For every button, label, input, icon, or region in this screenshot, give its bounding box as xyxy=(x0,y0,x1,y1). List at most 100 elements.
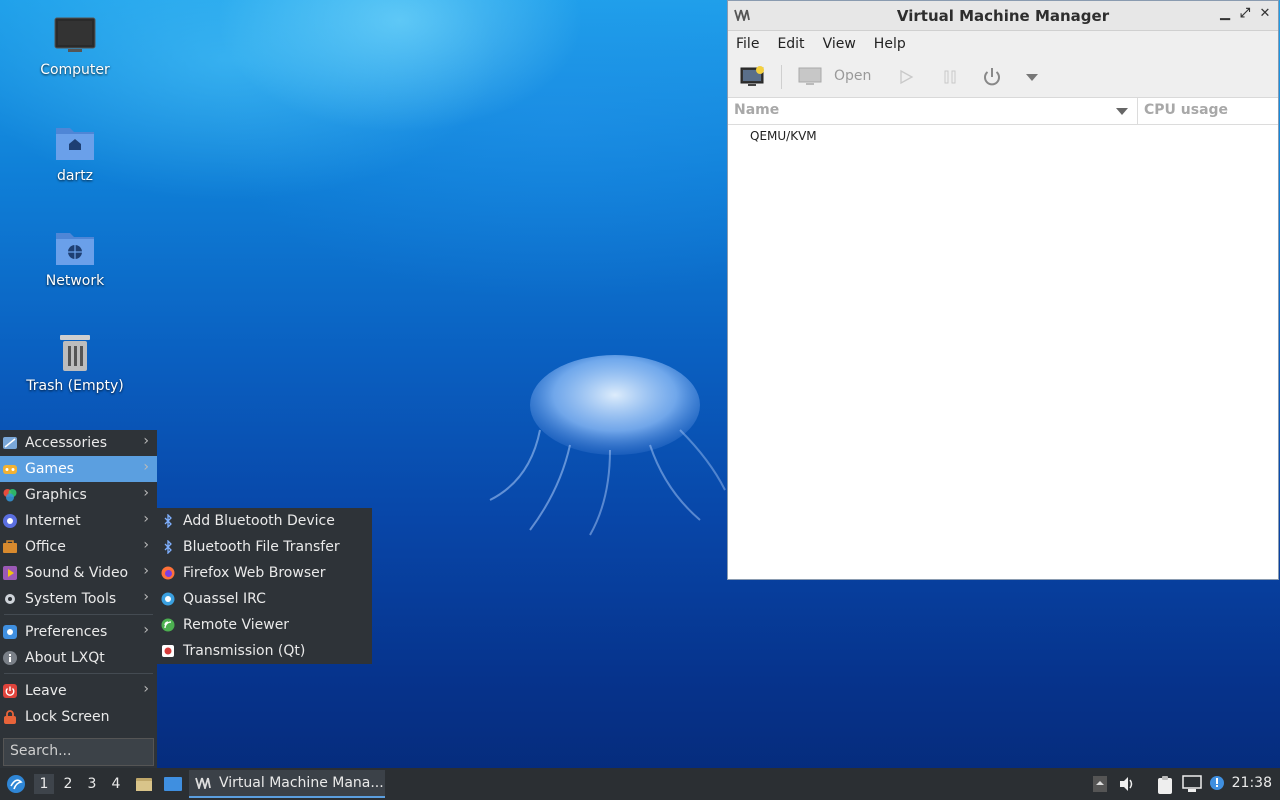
chevron-right-icon: › xyxy=(143,433,149,449)
workspace-1-button[interactable]: 1 xyxy=(34,774,54,794)
chevron-right-icon: › xyxy=(143,589,149,605)
menu-item-system-tools[interactable]: System Tools › xyxy=(0,586,157,612)
update-notifier-icon[interactable] xyxy=(1208,775,1226,793)
menu-item-label: Office xyxy=(25,539,66,555)
workspace-2-button[interactable]: 2 xyxy=(58,774,78,794)
menu-search-input[interactable]: Search... xyxy=(3,738,154,766)
menu-item-label: Sound & Video xyxy=(25,565,129,581)
chevron-right-icon: › xyxy=(143,511,149,527)
power-dropdown-chevron-icon[interactable] xyxy=(1026,74,1038,81)
computer-icon xyxy=(54,17,96,52)
taskbar: 1 2 3 4 Virtual Machine Mana... 21:38 xyxy=(0,768,1280,800)
menu-file[interactable]: File xyxy=(736,36,759,52)
connection-row-qemu[interactable]: QEMU/KVM xyxy=(750,129,817,143)
submenu-item-add-bluetooth-device[interactable]: Add Bluetooth Device xyxy=(157,508,372,534)
menu-item-accessories[interactable]: Accessories › xyxy=(0,430,157,456)
leave-power-icon xyxy=(3,684,17,698)
sort-arrow-icon[interactable] xyxy=(1116,108,1128,115)
chevron-right-icon: › xyxy=(143,622,149,638)
vmm-window[interactable]: Virtual Machine Manager ▁ ⤢ ✕ File Edit … xyxy=(727,0,1279,580)
submenu-item-bluetooth-file-transfer[interactable]: Bluetooth File Transfer xyxy=(157,534,372,560)
column-separator[interactable] xyxy=(1137,98,1138,124)
column-name-header[interactable]: Name xyxy=(734,102,779,118)
window-titlebar[interactable]: Virtual Machine Manager ▁ ⤢ ✕ xyxy=(728,1,1278,31)
menu-item-label: About LXQt xyxy=(25,650,105,666)
menu-item-label: Games xyxy=(25,461,74,477)
open-button[interactable]: Open xyxy=(834,68,871,84)
submenu-item-quassel-irc[interactable]: Quassel IRC xyxy=(157,586,372,612)
volume-icon[interactable] xyxy=(1118,775,1136,793)
menu-item-graphics[interactable]: Graphics › xyxy=(0,482,157,508)
virt-manager-app-icon xyxy=(734,9,750,21)
desktop-icon-label: Trash (Empty) xyxy=(26,378,124,394)
submenu-item-transmission[interactable]: Transmission (Qt) xyxy=(157,638,372,664)
menu-item-office[interactable]: Office › xyxy=(0,534,157,560)
workspace-3-button[interactable]: 3 xyxy=(82,774,102,794)
accessories-icon xyxy=(3,437,17,449)
taskbar-task-vmm[interactable]: Virtual Machine Mana... xyxy=(189,770,385,798)
games-submenu: Add Bluetooth Device Bluetooth File Tran… xyxy=(157,508,372,664)
games-icon xyxy=(3,465,17,474)
menu-item-sound-video[interactable]: Sound & Video › xyxy=(0,560,157,586)
menu-item-internet[interactable]: Internet › xyxy=(0,508,157,534)
graphics-icon xyxy=(3,489,17,502)
submenu-item-label: Add Bluetooth Device xyxy=(183,513,335,529)
menu-edit[interactable]: Edit xyxy=(777,36,804,52)
column-cpu-header[interactable]: CPU usage xyxy=(1144,102,1228,118)
chevron-right-icon: › xyxy=(143,537,149,553)
menu-divider xyxy=(4,614,153,615)
menu-item-label: Graphics xyxy=(25,487,87,503)
new-vm-button[interactable] xyxy=(740,66,766,88)
toolbar-separator xyxy=(781,65,782,89)
submenu-item-remote-viewer[interactable]: Remote Viewer xyxy=(157,612,372,638)
lxqt-start-menu-button[interactable] xyxy=(6,774,26,794)
submenu-item-firefox[interactable]: Firefox Web Browser xyxy=(157,560,372,586)
info-icon xyxy=(3,651,17,665)
internet-icon xyxy=(3,514,17,528)
chevron-right-icon: › xyxy=(143,681,149,697)
menu-item-games[interactable]: Games › xyxy=(0,456,157,482)
file-manager-launcher-icon[interactable] xyxy=(135,775,153,793)
office-icon xyxy=(3,540,17,553)
clock[interactable]: 21:38 xyxy=(1232,775,1272,791)
bluetooth-icon xyxy=(164,514,172,528)
desktop-icon-network[interactable]: Network xyxy=(15,227,135,289)
bluetooth-icon xyxy=(164,540,172,554)
vm-list-header: Name CPU usage xyxy=(728,98,1278,125)
close-button[interactable]: ✕ xyxy=(1256,6,1274,21)
desktop-icon-trash[interactable]: Trash (Empty) xyxy=(15,332,135,394)
start-menu: Accessories › Games › Graphics › Interne… xyxy=(0,430,157,768)
remote-viewer-icon xyxy=(161,618,175,632)
workspace-4-button[interactable]: 4 xyxy=(106,774,126,794)
desktop-icon-computer[interactable]: Computer xyxy=(15,16,135,78)
desktop-icon-label: dartz xyxy=(56,168,94,184)
window-title: Virtual Machine Manager xyxy=(896,6,1110,25)
lock-icon xyxy=(4,710,16,724)
submenu-item-label: Firefox Web Browser xyxy=(183,565,326,581)
tray-expand-icon[interactable] xyxy=(1092,775,1108,793)
submenu-item-label: Quassel IRC xyxy=(183,591,266,607)
maximize-button[interactable]: ⤢ xyxy=(1236,6,1254,21)
system-tools-icon xyxy=(5,594,15,604)
menu-item-about-lxqt[interactable]: About LXQt xyxy=(0,645,157,671)
minimize-button[interactable]: ▁ xyxy=(1216,6,1234,21)
pause-button[interactable] xyxy=(942,69,958,85)
desktop-icon-home[interactable]: dartz xyxy=(15,122,135,184)
menu-item-lock-screen[interactable]: Lock Screen xyxy=(0,704,157,730)
network-status-icon[interactable] xyxy=(1182,775,1202,793)
power-button[interactable] xyxy=(981,66,1003,88)
trash-icon xyxy=(60,335,90,371)
menu-help[interactable]: Help xyxy=(874,36,906,52)
preferences-icon xyxy=(3,625,17,639)
menu-item-label: Lock Screen xyxy=(25,709,110,725)
virt-manager-app-icon xyxy=(195,777,211,789)
menu-item-label: Accessories xyxy=(25,435,108,451)
menu-item-leave[interactable]: Leave › xyxy=(0,678,157,704)
submenu-item-label: Remote Viewer xyxy=(183,617,290,633)
show-desktop-icon[interactable] xyxy=(163,775,183,793)
toolbar: Open xyxy=(728,57,1278,98)
run-button[interactable] xyxy=(898,69,914,85)
menu-view[interactable]: View xyxy=(823,36,856,52)
menu-item-preferences[interactable]: Preferences › xyxy=(0,619,157,645)
clipboard-icon[interactable] xyxy=(1156,775,1174,795)
